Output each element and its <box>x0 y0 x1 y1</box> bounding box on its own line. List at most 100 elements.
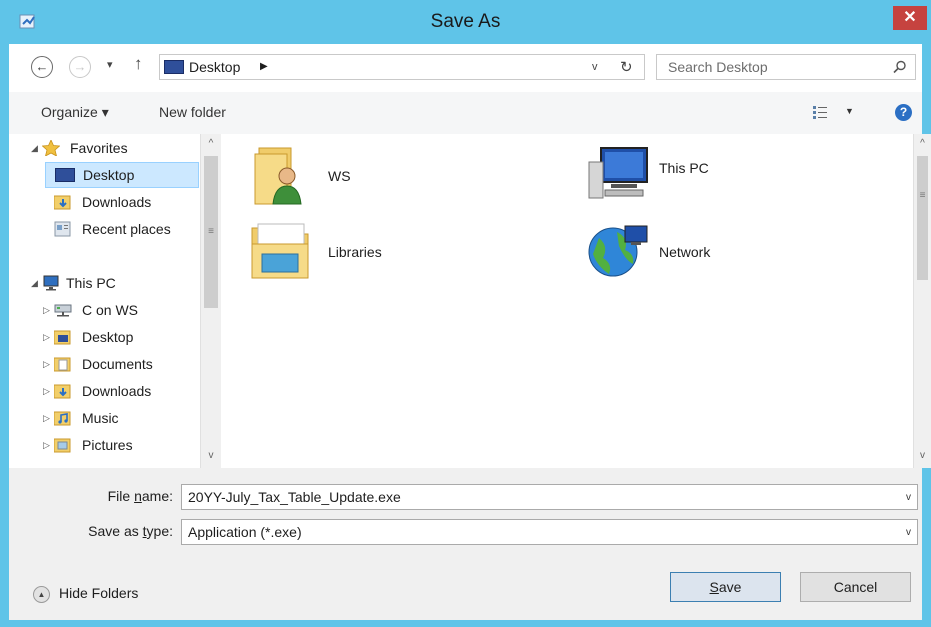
tree-item-label: Music <box>82 410 119 426</box>
navigation-pane-scrollbar[interactable]: ^ ≡ v <box>200 134 221 468</box>
recent-places-icon <box>54 221 71 237</box>
tree-item-downloads[interactable]: Downloads <box>45 190 199 216</box>
computer-icon <box>588 147 648 199</box>
content-item-label: WS <box>328 168 351 184</box>
window-title: Save As <box>430 11 501 32</box>
up-button[interactable]: ↑ <box>134 54 143 74</box>
save-button[interactable]: Save <box>670 572 781 602</box>
tree-item-favorites[interactable]: ◢ Favorites <box>23 136 193 162</box>
chevron-down-icon[interactable]: v <box>906 527 911 538</box>
new-folder-button[interactable]: New folder <box>159 104 226 120</box>
expand-icon[interactable]: ▷ <box>43 386 50 397</box>
content-item-network[interactable]: Network <box>587 220 747 282</box>
address-bar[interactable]: Desktop ▶ v ↻ <box>159 54 645 80</box>
tree-item-label: Downloads <box>82 194 152 210</box>
dialog-client-area: ← → ▾ ↑ Desktop ▶ v ↻ Search Desktop Org… <box>9 44 931 620</box>
tree-item-label: Pictures <box>82 437 133 453</box>
user-folder-icon <box>254 147 302 205</box>
save-as-dialog: Save As ✕ ← → ▾ ↑ Desktop ▶ v ↻ Search D… <box>0 0 931 627</box>
address-path[interactable]: Desktop <box>189 59 240 75</box>
downloads-folder-icon <box>54 384 71 399</box>
collapse-icon[interactable]: ◢ <box>31 278 38 289</box>
content-item-ws[interactable]: WS <box>251 144 391 206</box>
tree-item-pictures[interactable]: ▷ Pictures <box>43 433 199 459</box>
help-icon[interactable]: ? <box>895 104 912 121</box>
desktop-folder-icon <box>54 330 71 345</box>
collapse-up-icon: ▲ <box>33 586 50 603</box>
computer-icon <box>43 275 59 291</box>
file-name-input[interactable]: 20YY-July_Tax_Table_Update.exe <box>188 489 401 505</box>
organize-button[interactable]: Organize ▾ <box>41 104 109 121</box>
documents-folder-icon <box>54 357 71 372</box>
tree-item-desktop[interactable]: Desktop <box>45 162 199 188</box>
scroll-down-arrow[interactable]: v <box>914 450 931 461</box>
address-chevron-icon[interactable]: ▶ <box>260 61 268 72</box>
file-name-label: File name: <box>107 488 173 504</box>
expand-icon[interactable]: ▷ <box>43 332 50 343</box>
tree-item-label: Favorites <box>70 140 128 156</box>
tree-item-downloads-pc[interactable]: ▷ Downloads <box>43 379 199 405</box>
desktop-icon <box>164 60 184 74</box>
tree-item-label: This PC <box>66 275 116 291</box>
cancel-button[interactable]: Cancel <box>800 572 911 602</box>
expand-icon[interactable]: ▷ <box>43 359 50 370</box>
scrollbar-grip-icon: ≡ <box>919 190 926 201</box>
content-item-this-pc[interactable]: This PC <box>587 144 747 204</box>
refresh-button[interactable]: ↻ <box>620 58 633 76</box>
recent-locations-dropdown[interactable]: ▾ <box>107 58 113 71</box>
content-item-label: Libraries <box>328 244 382 260</box>
save-as-type-select[interactable]: Application (*.exe) v <box>181 519 918 545</box>
tree-item-label: Documents <box>82 356 153 372</box>
navigation-pane: ◢ Favorites Desktop Downloads Recent pla… <box>9 134 221 468</box>
forward-button[interactable]: → <box>69 56 91 78</box>
pictures-folder-icon <box>54 438 71 453</box>
tree-item-c-on-ws[interactable]: ▷ C on WS <box>43 298 199 324</box>
content-item-label: This PC <box>659 160 709 176</box>
save-as-type-label: Save as type: <box>88 523 173 539</box>
desktop-icon <box>55 168 75 182</box>
file-list-pane: WS This PC Libraries Network <box>221 134 913 468</box>
title-bar[interactable]: Save As ✕ <box>0 0 931 44</box>
libraries-icon <box>251 223 309 279</box>
scroll-up-arrow[interactable]: ^ <box>201 138 221 149</box>
network-drive-icon <box>54 304 72 317</box>
tree-item-music[interactable]: ▷ Music <box>43 406 199 432</box>
expand-icon[interactable]: ▷ <box>43 305 50 316</box>
network-globe-icon <box>588 225 648 277</box>
tree-item-recent-places[interactable]: Recent places <box>45 217 199 243</box>
back-button[interactable]: ← <box>31 56 53 78</box>
file-name-combobox[interactable]: 20YY-July_Tax_Table_Update.exe v <box>181 484 918 510</box>
change-view-icon[interactable] <box>812 104 828 120</box>
search-box[interactable]: Search Desktop <box>656 54 916 80</box>
content-item-libraries[interactable]: Libraries <box>248 220 408 282</box>
expand-icon[interactable]: ▷ <box>43 440 50 451</box>
tree-item-label: Recent places <box>82 221 171 237</box>
tree-item-label: C on WS <box>82 302 139 318</box>
tree-item-desktop-pc[interactable]: ▷ Desktop <box>43 325 199 351</box>
hide-folders-label: Hide Folders <box>59 585 139 601</box>
navigation-bar: ← → ▾ ↑ Desktop ▶ v ↻ Search Desktop <box>9 44 922 92</box>
tree-item-this-pc[interactable]: ◢ This PC <box>23 271 193 297</box>
search-input[interactable]: Search Desktop <box>668 59 768 75</box>
scroll-up-arrow[interactable]: ^ <box>914 138 931 149</box>
collapse-icon[interactable]: ◢ <box>31 143 38 154</box>
save-as-type-value[interactable]: Application (*.exe) <box>188 524 302 540</box>
expand-icon[interactable]: ▷ <box>43 413 50 424</box>
scrollbar-grip-icon: ≡ <box>208 226 214 237</box>
tree-item-label: Desktop <box>83 167 135 183</box>
scrollbar-thumb[interactable] <box>917 156 928 280</box>
search-icon[interactable] <box>893 60 907 74</box>
close-button[interactable]: ✕ <box>893 6 927 30</box>
address-dropdown[interactable]: v <box>592 61 598 73</box>
star-icon <box>42 140 60 156</box>
scroll-down-arrow[interactable]: v <box>201 450 221 461</box>
music-folder-icon <box>54 411 71 426</box>
view-options-dropdown[interactable]: ▼ <box>845 106 854 116</box>
tree-item-documents[interactable]: ▷ Documents <box>43 352 199 378</box>
file-list-scrollbar[interactable]: ^ ≡ v <box>913 134 931 468</box>
chevron-down-icon[interactable]: v <box>906 492 911 503</box>
command-bar: Organize ▾ New folder ▼ ? <box>9 92 922 134</box>
downloads-folder-icon <box>54 195 71 210</box>
save-options-panel: File name: 20YY-July_Tax_Table_Update.ex… <box>9 468 922 620</box>
content-item-label: Network <box>659 244 711 260</box>
